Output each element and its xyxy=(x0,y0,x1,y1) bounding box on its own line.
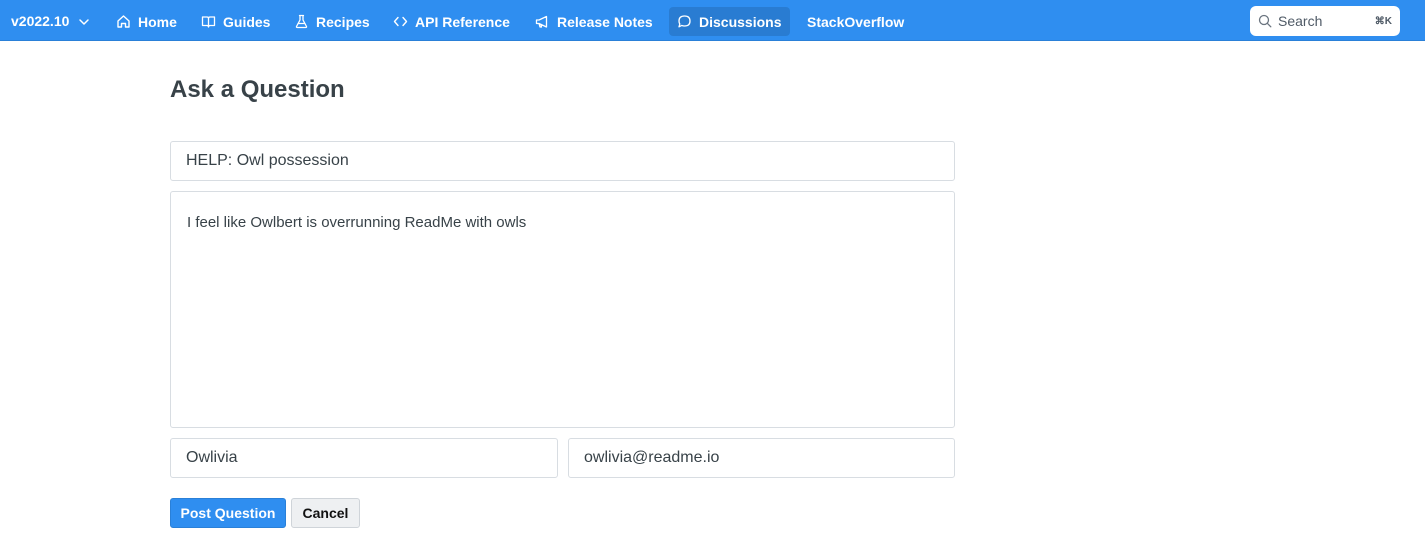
nav-discussions[interactable]: Discussions xyxy=(669,7,790,36)
nav-release-notes-label: Release Notes xyxy=(557,13,653,30)
megaphone-icon xyxy=(535,14,550,29)
email-input[interactable] xyxy=(568,438,955,478)
nav-discussions-label: Discussions xyxy=(699,13,782,30)
search-box[interactable]: Search ⌘K xyxy=(1250,6,1400,36)
question-body-textarea[interactable]: I feel like Owlbert is overrunning ReadM… xyxy=(170,191,955,428)
home-icon xyxy=(116,14,131,29)
search-shortcut: ⌘K xyxy=(1374,15,1392,27)
book-icon xyxy=(201,14,216,29)
post-question-button[interactable]: Post Question xyxy=(170,498,286,528)
nav-stackoverflow-label: StackOverflow xyxy=(807,13,905,30)
question-title-input[interactable] xyxy=(170,141,955,181)
nav-home-label: Home xyxy=(138,13,177,30)
name-input[interactable] xyxy=(170,438,558,478)
version-label: v2022.10 xyxy=(11,12,70,29)
nav-recipes-label: Recipes xyxy=(316,13,370,30)
chat-bubble-icon xyxy=(677,14,692,29)
flask-icon xyxy=(294,14,309,29)
nav-guides[interactable]: Guides xyxy=(193,7,280,36)
nav-api-reference[interactable]: API Reference xyxy=(385,7,520,36)
cancel-label: Cancel xyxy=(302,505,349,521)
nav-api-reference-label: API Reference xyxy=(415,13,510,30)
chevron-down-icon xyxy=(78,15,90,27)
version-selector[interactable]: v2022.10 xyxy=(11,0,90,41)
post-question-label: Post Question xyxy=(180,505,276,521)
cancel-button[interactable]: Cancel xyxy=(291,498,360,528)
nav-guides-label: Guides xyxy=(223,13,271,30)
top-navigation-bar: v2022.10 Home Guides Recipes API Referen… xyxy=(0,0,1425,41)
search-icon xyxy=(1258,14,1272,28)
code-icon xyxy=(393,14,408,29)
nav-recipes[interactable]: Recipes xyxy=(286,7,380,36)
nav-home[interactable]: Home xyxy=(108,7,187,36)
nav-release-notes[interactable]: Release Notes xyxy=(527,7,663,36)
page-title: Ask a Question xyxy=(170,76,345,103)
nav-stackoverflow[interactable]: StackOverflow xyxy=(799,7,914,36)
search-label: Search xyxy=(1278,13,1323,29)
